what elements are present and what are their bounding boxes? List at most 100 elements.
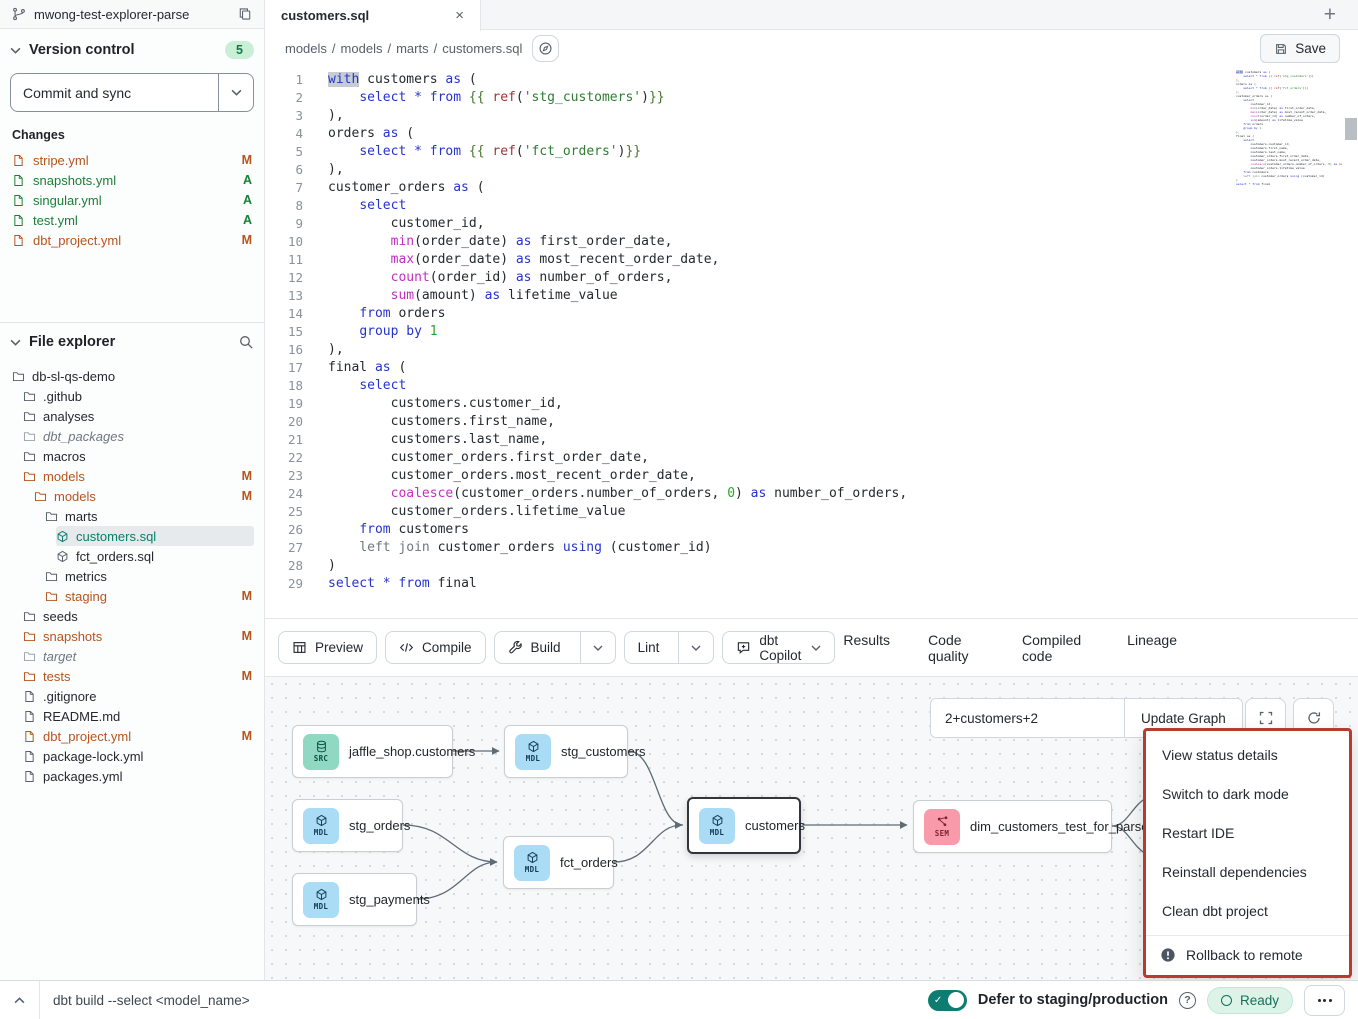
code-line[interactable]: 6), xyxy=(265,161,907,179)
code-line[interactable]: 4orders as ( xyxy=(265,125,907,143)
tree-item-dbt_project.yml[interactable]: dbt_project.ymlM xyxy=(23,726,254,746)
tab-results[interactable]: Results xyxy=(843,626,890,670)
tree-item-package-lock.yml[interactable]: package-lock.yml xyxy=(23,746,254,766)
lint-button[interactable]: Lint xyxy=(624,631,715,664)
tree-item-snapshots[interactable]: snapshotsM xyxy=(23,626,254,646)
dropdown-chevron[interactable] xyxy=(580,632,615,663)
lineage-node-dim_customers_test_for_parse[interactable]: SEMdim_customers_test_for_parse xyxy=(913,800,1112,853)
menu-item-clean-dbt-project[interactable]: Clean dbt project xyxy=(1146,892,1349,931)
lineage-node-stg_customers[interactable]: MDLstg_customers xyxy=(504,725,628,778)
code-line[interactable]: 13 sum(amount) as lifetime_value xyxy=(265,287,907,305)
code-line[interactable]: 22 customer_orders.first_order_date, xyxy=(265,449,907,467)
tree-item-macros[interactable]: macros xyxy=(23,446,254,466)
tree-item-metrics[interactable]: metrics xyxy=(45,566,254,586)
compile-button[interactable]: Compile xyxy=(385,631,486,664)
code-editor[interactable]: 1with customers as (2 select * from {{ r… xyxy=(265,66,1358,618)
tab-lineage[interactable]: Lineage xyxy=(1127,626,1177,670)
breadcrumb-segment[interactable]: marts xyxy=(396,41,429,56)
lineage-node-stg_payments[interactable]: MDLstg_payments xyxy=(292,873,417,926)
tree-item-marts[interactable]: marts xyxy=(45,506,254,526)
change-item-test.yml[interactable]: test.ymlA xyxy=(10,210,254,230)
menu-item-reinstall-dependencies[interactable]: Reinstall dependencies xyxy=(1146,853,1349,892)
code-line[interactable]: 5 select * from {{ ref('fct_orders')}} xyxy=(265,143,907,161)
lineage-node-fct_orders[interactable]: MDLfct_orders xyxy=(503,836,614,889)
lineage-selector-input[interactable] xyxy=(931,699,1124,737)
dropdown-chevron[interactable] xyxy=(678,632,713,663)
code-line[interactable]: 2 select * from {{ ref('stg_customers')}… xyxy=(265,89,907,107)
code-line[interactable]: 29select * from final xyxy=(265,575,907,593)
code-line[interactable]: 29select * from final xyxy=(1232,182,1342,186)
breadcrumb-segment[interactable]: models xyxy=(341,41,383,56)
tree-item-analyses[interactable]: analyses xyxy=(23,406,254,426)
code-line[interactable]: 17final as ( xyxy=(265,359,907,377)
lineage-node-stg_orders[interactable]: MDLstg_orders xyxy=(292,799,403,852)
code-line[interactable]: 27 left join customer_orders using (cust… xyxy=(265,539,907,557)
help-icon[interactable]: ? xyxy=(1179,992,1196,1009)
code-line[interactable]: 25 customer_orders.lifetime_value xyxy=(265,503,907,521)
menu-item-switch-to-dark-mode[interactable]: Switch to dark mode xyxy=(1146,775,1349,814)
commit-and-sync-button[interactable]: Commit and sync xyxy=(10,73,254,112)
tree-item-db-sl-qs-demo[interactable]: db-sl-qs-demo xyxy=(12,366,254,386)
more-options-button[interactable] xyxy=(1304,985,1345,1016)
new-tab-button[interactable]: + xyxy=(1324,1,1336,29)
tree-item-README.md[interactable]: README.md xyxy=(23,706,254,726)
code-line[interactable]: 18 select xyxy=(265,377,907,395)
change-item-stripe.yml[interactable]: stripe.ymlM xyxy=(10,150,254,170)
tree-item-seeds[interactable]: seeds xyxy=(23,606,254,626)
code-line[interactable]: 26 from customers xyxy=(265,521,907,539)
collapse-panel-button[interactable] xyxy=(0,981,40,1019)
change-item-singular.yml[interactable]: singular.ymlA xyxy=(10,190,254,210)
editor-tab-customers[interactable]: customers.sql × xyxy=(265,0,481,31)
save-button[interactable]: Save xyxy=(1260,34,1340,63)
menu-item-restart-ide[interactable]: Restart IDE xyxy=(1146,814,1349,853)
tab-compiled-code[interactable]: Compiled code xyxy=(1022,626,1089,670)
tree-item-models[interactable]: modelsM xyxy=(23,466,254,486)
minimap[interactable]: 1with customers as (2 select * from {{ r… xyxy=(1232,70,1342,190)
code-line[interactable]: 19 customers.customer_id, xyxy=(265,395,907,413)
editor-scrollbar[interactable] xyxy=(1345,118,1357,140)
code-line[interactable]: 16), xyxy=(265,341,907,359)
tree-item-staging[interactable]: stagingM xyxy=(45,586,254,606)
tree-item-packages.yml[interactable]: packages.yml xyxy=(23,766,254,786)
command-input[interactable]: dbt build --select <model_name> xyxy=(53,993,250,1008)
code-line[interactable]: 21 customers.last_name, xyxy=(265,431,907,449)
tree-item-tests[interactable]: testsM xyxy=(23,666,254,686)
tab-code-quality[interactable]: Code quality xyxy=(928,626,984,670)
change-item-dbt_project.yml[interactable]: dbt_project.ymlM xyxy=(10,230,254,250)
tree-item-fct_orders.sql[interactable]: fct_orders.sql xyxy=(56,546,254,566)
code-area[interactable]: 1with customers as (2 select * from {{ r… xyxy=(265,71,907,593)
tree-item-models[interactable]: modelsM xyxy=(34,486,254,506)
code-line[interactable]: 9 customer_id, xyxy=(265,215,907,233)
code-line[interactable]: 8 select xyxy=(265,197,907,215)
tree-item-dbt_packages[interactable]: dbt_packages xyxy=(23,426,254,446)
build-button[interactable]: Build xyxy=(494,631,616,664)
commit-options-dropdown[interactable] xyxy=(218,74,253,111)
code-line[interactable]: 14 from orders xyxy=(265,305,907,323)
search-icon[interactable] xyxy=(238,334,254,350)
code-line[interactable]: 7customer_orders as ( xyxy=(265,179,907,197)
code-line[interactable]: 3), xyxy=(265,107,907,125)
tree-item-.github[interactable]: .github xyxy=(23,386,254,406)
breadcrumb-segment[interactable]: models xyxy=(285,41,327,56)
menu-item-rollback-to-remote[interactable]: Rollback to remote xyxy=(1146,936,1349,975)
preview-button[interactable]: Preview xyxy=(278,631,377,664)
code-line[interactable]: 12 count(order_id) as number_of_orders, xyxy=(265,269,907,287)
breadcrumb-segment[interactable]: customers.sql xyxy=(442,41,522,56)
copy-icon[interactable] xyxy=(238,7,252,21)
close-icon[interactable]: × xyxy=(455,7,464,24)
defer-toggle[interactable]: ✓ xyxy=(928,990,967,1011)
tree-item-.gitignore[interactable]: .gitignore xyxy=(23,686,254,706)
dbt-copilot-button[interactable]: dbt Copilot xyxy=(722,631,835,664)
lineage-node-customers[interactable]: MDLcustomers xyxy=(687,797,801,854)
explore-lineage-button[interactable] xyxy=(532,35,559,62)
lineage-node-jaffle_shop.customers[interactable]: SRCjaffle_shop.customers xyxy=(292,725,453,778)
code-line[interactable]: 20 customers.first_name, xyxy=(265,413,907,431)
code-line[interactable]: 23 customer_orders.most_recent_order_dat… xyxy=(265,467,907,485)
menu-item-view-status-details[interactable]: View status details xyxy=(1146,736,1349,775)
change-item-snapshots.yml[interactable]: snapshots.ymlA xyxy=(10,170,254,190)
chevron-down-icon[interactable] xyxy=(10,47,21,54)
chevron-down-icon[interactable] xyxy=(10,339,21,346)
code-line[interactable]: 11 max(order_date) as most_recent_order_… xyxy=(265,251,907,269)
code-line[interactable]: 28) xyxy=(265,557,907,575)
tree-item-customers.sql[interactable]: customers.sql xyxy=(56,526,254,546)
